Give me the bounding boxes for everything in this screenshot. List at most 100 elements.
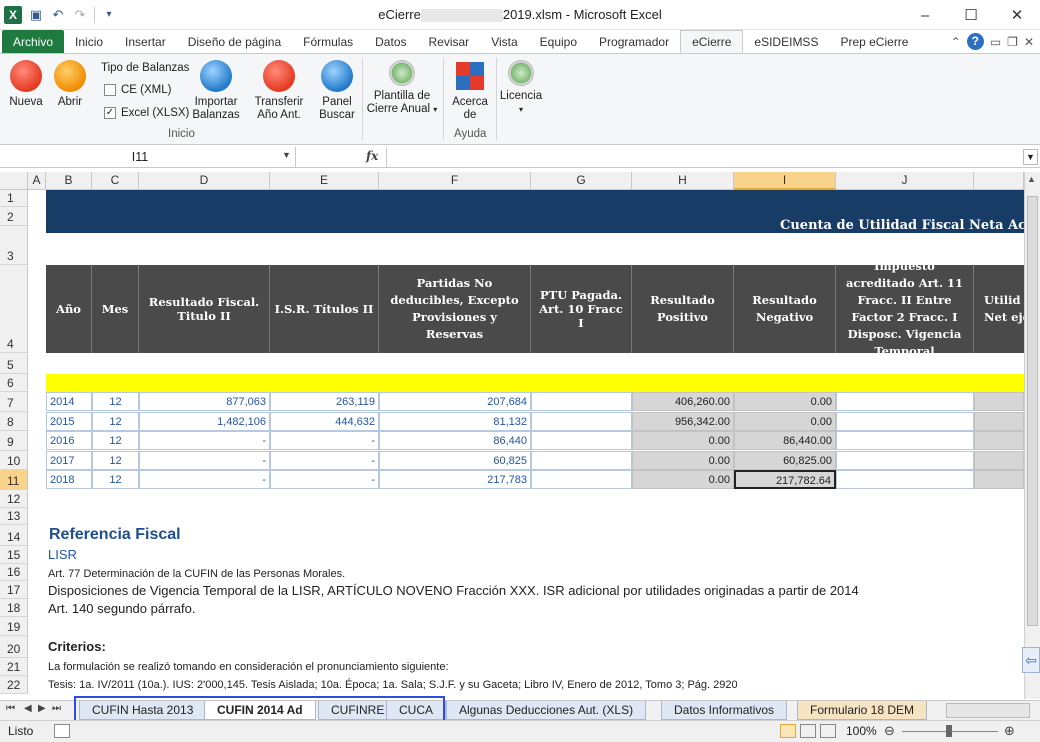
name-box[interactable]: I11 ▼ — [0, 147, 296, 168]
cell-f7[interactable]: 207,684 — [379, 392, 531, 411]
excel-xlsx-option[interactable]: ✓ Excel (XLSX) — [104, 107, 189, 119]
tab-esideimss[interactable]: eSIDEIMSS — [743, 30, 829, 53]
cell-c7[interactable]: 12 — [92, 392, 139, 411]
cell-c10[interactable]: 12 — [92, 451, 139, 470]
plantilla-cierre-button[interactable]: Plantilla de Cierre Anual ▾ — [366, 60, 438, 116]
cell-e11[interactable]: - — [270, 470, 379, 489]
window-close-icon[interactable]: ✕ — [1024, 35, 1034, 49]
cell-d9[interactable]: - — [139, 431, 270, 450]
col-header-b[interactable]: B — [46, 172, 92, 190]
tab-vista[interactable]: Vista — [480, 30, 528, 53]
cell-h7[interactable]: 406,260.00 — [632, 392, 734, 411]
cell-i10[interactable]: 60,825.00 — [734, 451, 836, 470]
col-header-a[interactable]: A — [28, 172, 46, 190]
tab-formulas[interactable]: Fórmulas — [292, 30, 364, 53]
row-header-1[interactable]: 1 — [0, 190, 28, 207]
cell-j11[interactable] — [836, 470, 974, 489]
cell-g8[interactable] — [531, 412, 632, 431]
cell-b7[interactable]: 2014 — [46, 392, 92, 411]
col-header-h[interactable]: H — [632, 172, 734, 190]
transferir-button[interactable]: Transferir Año Ant. — [250, 60, 308, 122]
cell-j8[interactable] — [836, 412, 974, 431]
zoom-level[interactable]: 100% — [846, 724, 877, 738]
vertical-scrollbar[interactable]: ▲ — [1024, 172, 1040, 699]
row-header-17[interactable]: 17 — [0, 581, 28, 599]
formula-input[interactable] — [386, 147, 1018, 168]
tab-equipo[interactable]: Equipo — [529, 30, 588, 53]
col-header-e[interactable]: E — [270, 172, 379, 190]
cell-h8[interactable]: 956,342.00 — [632, 412, 734, 431]
row-header-3[interactable]: 3 — [0, 226, 28, 265]
row-header-14[interactable]: 14 — [0, 525, 28, 546]
macro-record-icon[interactable] — [54, 724, 70, 738]
col-header-c[interactable]: C — [92, 172, 139, 190]
col-header-j[interactable]: J — [836, 172, 974, 190]
cell-i11-active[interactable]: 217,782.64 — [734, 470, 836, 489]
tab-programador[interactable]: Programador — [588, 30, 680, 53]
cell-i8[interactable]: 0.00 — [734, 412, 836, 431]
cell-d10[interactable]: - — [139, 451, 270, 470]
tab-datos[interactable]: Datos — [364, 30, 417, 53]
col-header-f[interactable]: F — [379, 172, 531, 190]
cell-f11[interactable]: 217,783 — [379, 470, 531, 489]
cell-e7[interactable]: 263,119 — [270, 392, 379, 411]
name-box-dropdown-icon[interactable]: ▼ — [282, 150, 291, 160]
next-sheet-icon[interactable]: ▶ — [38, 703, 46, 714]
page-break-view-icon[interactable] — [820, 724, 836, 738]
sheet-tab-formulario-18-dem[interactable]: Formulario 18 DEM — [797, 701, 928, 720]
window-minimize-icon[interactable]: ▭ — [990, 35, 1001, 49]
first-sheet-icon[interactable]: ⏮ — [6, 703, 15, 714]
cell-c11[interactable]: 12 — [92, 470, 139, 489]
zoom-slider-thumb[interactable] — [946, 725, 952, 737]
close-button[interactable]: ✕ — [994, 0, 1040, 30]
cell-b8[interactable]: 2015 — [46, 412, 92, 431]
tab-revisar[interactable]: Revisar — [418, 30, 481, 53]
side-panel-icon[interactable]: ⇦ — [1022, 647, 1040, 673]
row-header-20[interactable]: 20 — [0, 636, 28, 658]
cell-f9[interactable]: 86,440 — [379, 431, 531, 450]
abrir-button[interactable]: Abrir — [52, 60, 88, 109]
row-header-19[interactable]: 19 — [0, 617, 28, 636]
window-restore-icon[interactable]: ❐ — [1007, 35, 1018, 49]
row-header-15[interactable]: 15 — [0, 546, 28, 564]
cell-g7[interactable] — [531, 392, 632, 411]
last-sheet-icon[interactable]: ⏭ — [52, 703, 61, 714]
row-header-21[interactable]: 21 — [0, 658, 28, 676]
row-header-6[interactable]: 6 — [0, 374, 28, 392]
row-header-9[interactable]: 9 — [0, 431, 28, 451]
zoom-in-icon[interactable]: ⊕ — [1004, 723, 1015, 739]
tab-archivo[interactable]: Archivo — [2, 30, 65, 53]
cell-d11[interactable]: - — [139, 470, 270, 489]
cell-k8[interactable] — [974, 412, 1024, 431]
cell-e9[interactable]: - — [270, 431, 379, 450]
cell-k10[interactable] — [974, 451, 1024, 470]
scroll-thumb[interactable] — [1027, 196, 1038, 626]
row-header-5[interactable]: 5 — [0, 353, 28, 374]
row-header-4[interactable]: 4 — [0, 265, 28, 353]
row-header-8[interactable]: 8 — [0, 412, 28, 431]
col-header-d[interactable]: D — [139, 172, 270, 190]
acerca-button[interactable]: Acerca de — [450, 60, 490, 122]
cell-g9[interactable] — [531, 431, 632, 450]
sheet-tab-algunas-deducciones[interactable]: Algunas Deducciones Aut. (XLS) — [446, 701, 647, 720]
cell-j7[interactable] — [836, 392, 974, 411]
horizontal-scrollbar[interactable] — [946, 703, 1030, 718]
worksheet[interactable]: A B C D E F G H I J 1 2 3 4 5 6 7 8 9 10… — [0, 172, 1024, 699]
cell-b11[interactable]: 2018 — [46, 470, 92, 489]
cell-j10[interactable] — [836, 451, 974, 470]
row-header-13[interactable]: 13 — [0, 508, 28, 525]
help-icon[interactable]: ? — [966, 33, 984, 50]
row-header-7[interactable]: 7 — [0, 392, 28, 412]
cell-f10[interactable]: 60,825 — [379, 451, 531, 470]
tab-inicio[interactable]: Inicio — [64, 30, 114, 53]
cell-h9[interactable]: 0.00 — [632, 431, 734, 450]
ce-xml-option[interactable]: CE (XML) — [104, 84, 171, 96]
tab-diseno-pagina[interactable]: Diseño de página — [177, 30, 292, 53]
page-layout-view-icon[interactable] — [800, 724, 816, 738]
row-header-22[interactable]: 22 — [0, 676, 28, 694]
cell-g10[interactable] — [531, 451, 632, 470]
nueva-button[interactable]: Nueva — [6, 60, 46, 109]
cell-e10[interactable]: - — [270, 451, 379, 470]
licencia-button[interactable]: Licencia ▾ — [498, 60, 544, 116]
cell-d8[interactable]: 1,482,106 — [139, 412, 270, 431]
